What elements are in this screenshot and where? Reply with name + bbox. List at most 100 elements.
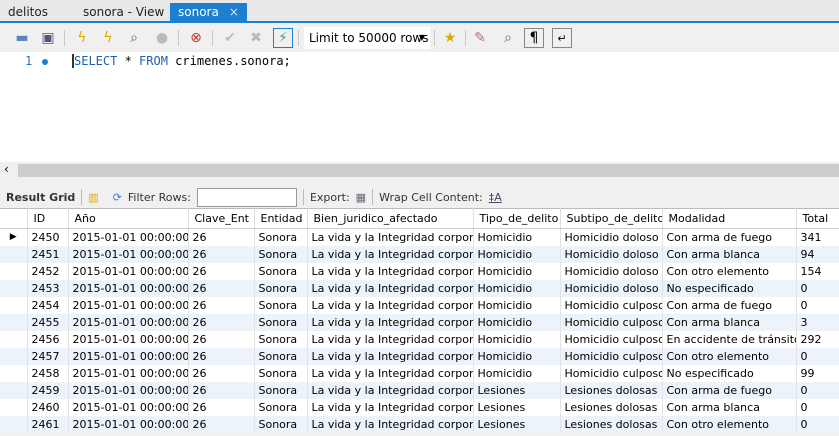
table-cell[interactable]: Homicidio culposo (560, 347, 663, 365)
table-cell[interactable]: 2461 (27, 415, 69, 433)
table-cell[interactable]: Homicidio doloso (560, 228, 663, 246)
column-header[interactable]: Bien_juridico_afectado (307, 208, 474, 229)
tab-sonora-view[interactable]: sonora - View (75, 3, 172, 23)
table-row[interactable]: 2457 2015-01-01 00:00:00 26 Sonora La vida y… (0, 347, 839, 365)
table-cell[interactable]: Sonora (254, 330, 308, 348)
table-cell[interactable]: Homicidio (473, 228, 561, 246)
table-cell[interactable]: 2015-01-01 00:00:00 (68, 347, 189, 365)
limit-rows-select[interactable]: Limit to 50000 rows ▼ (304, 27, 430, 49)
table-row[interactable]: 2454 2015-01-01 00:00:00 26 Sonora La vida y… (0, 296, 839, 314)
column-header[interactable]: Modalidad (662, 208, 797, 229)
table-cell[interactable]: 2015-01-01 00:00:00 (68, 262, 189, 280)
table-cell[interactable]: Sonora (254, 262, 308, 280)
tab-sonora[interactable]: sonora × (170, 3, 247, 23)
table-cell[interactable]: 2015-01-01 00:00:00 (68, 313, 189, 331)
table-cell[interactable]: 26 (188, 313, 255, 331)
table-cell[interactable]: 26 (188, 347, 255, 365)
table-cell[interactable]: 26 (188, 279, 255, 297)
wrap-lines-icon[interactable]: ↵ (552, 28, 572, 48)
table-cell[interactable]: 26 (188, 262, 255, 280)
commit-icon[interactable]: ✔ (220, 28, 240, 48)
execute-current-icon[interactable]: ϟ (98, 28, 118, 48)
table-cell[interactable]: 26 (188, 296, 255, 314)
table-cell[interactable]: 2015-01-01 00:00:00 (68, 415, 189, 433)
tab-delitos[interactable]: delitos (0, 3, 56, 23)
column-header[interactable]: Tipo_de_delito (473, 208, 561, 229)
table-cell[interactable]: 154 (796, 262, 839, 280)
table-cell[interactable]: 26 (188, 415, 255, 433)
table-cell[interactable]: Homicidio (473, 330, 561, 348)
table-cell[interactable]: Homicidio (473, 313, 561, 331)
table-row[interactable]: 2456 2015-01-01 00:00:00 26 Sonora La vida y… (0, 330, 839, 348)
table-cell[interactable]: 0 (796, 296, 839, 314)
table-row[interactable]: 2460 2015-01-01 00:00:00 26 Sonora La vida y… (0, 398, 839, 416)
table-cell[interactable]: Con otro elemento (662, 415, 797, 433)
scroll-left-icon[interactable]: ‹ (4, 162, 9, 176)
table-cell[interactable]: La vida y la Integridad corporal (307, 279, 474, 297)
column-header[interactable]: ID (27, 208, 69, 229)
table-cell[interactable]: Sonora (254, 313, 308, 331)
table-row[interactable]: ▶ 2450 2015-01-01 00:00:00 26 Sonora La vida … (0, 228, 839, 246)
table-cell[interactable]: 26 (188, 364, 255, 382)
table-cell[interactable]: 26 (188, 330, 255, 348)
table-cell[interactable]: Homicidio (473, 364, 561, 382)
filter-rows-input[interactable] (196, 187, 297, 207)
refresh-icon[interactable]: ⟳ (113, 191, 122, 204)
table-cell[interactable]: Homicidio culposo (560, 296, 663, 314)
column-header[interactable]: Subtipo_de_delito (560, 208, 663, 229)
table-row[interactable]: 2453 2015-01-01 00:00:00 26 Sonora La vida y… (0, 279, 839, 297)
table-cell[interactable]: Homicidio (473, 296, 561, 314)
table-cell[interactable]: Sonora (254, 245, 308, 263)
table-cell[interactable]: La vida y la Integridad corporal (307, 313, 474, 331)
table-cell[interactable]: La vida y la Integridad corporal (307, 296, 474, 314)
column-header[interactable]: Entidad (254, 208, 308, 229)
table-cell[interactable]: 2015-01-01 00:00:00 (68, 381, 189, 399)
table-cell[interactable]: Sonora (254, 415, 308, 433)
table-cell[interactable]: 2458 (27, 364, 69, 382)
table-cell[interactable]: La vida y la Integridad corporal (307, 347, 474, 365)
table-cell[interactable]: Lesiones (473, 415, 561, 433)
table-cell[interactable]: 2456 (27, 330, 69, 348)
table-cell[interactable]: 292 (796, 330, 839, 348)
table-cell[interactable]: 26 (188, 381, 255, 399)
invisible-chars-icon[interactable]: ¶ (524, 28, 544, 48)
table-row[interactable]: 2461 2015-01-01 00:00:00 26 Sonora La vida y… (0, 415, 839, 433)
table-cell[interactable]: Homicidio doloso (560, 262, 663, 280)
table-cell[interactable]: La vida y la Integridad corporal (307, 381, 474, 399)
table-cell[interactable]: Lesiones (473, 381, 561, 399)
editor-horizontal-scrollbar[interactable]: ‹ (0, 162, 839, 178)
table-row[interactable]: 2458 2015-01-01 00:00:00 26 Sonora La vida y… (0, 364, 839, 382)
table-cell[interactable]: 0 (796, 279, 839, 297)
table-cell[interactable]: 26 (188, 245, 255, 263)
stop-icon[interactable]: ● (152, 28, 172, 48)
execute-icon[interactable]: ϟ (72, 28, 92, 48)
beautify-broom-icon[interactable]: ✎ (470, 28, 490, 48)
grid-layout-icon[interactable]: ▥ (88, 191, 98, 204)
table-cell[interactable]: Sonora (254, 279, 308, 297)
table-cell[interactable]: 2459 (27, 381, 69, 399)
sql-code[interactable]: SELECT * FROM crimenes.sonora; (72, 54, 291, 68)
table-cell[interactable]: 0 (796, 347, 839, 365)
table-cell[interactable]: Sonora (254, 381, 308, 399)
close-icon[interactable]: × (229, 5, 239, 19)
sql-editor[interactable]: 1 SELECT * FROM crimenes.sonora; (0, 52, 839, 162)
table-cell[interactable]: Con otro elemento (662, 262, 797, 280)
table-cell[interactable]: 2015-01-01 00:00:00 (68, 296, 189, 314)
table-cell[interactable]: Homicidio (473, 245, 561, 263)
table-row[interactable]: 2459 2015-01-01 00:00:00 26 Sonora La vida y… (0, 381, 839, 399)
table-row[interactable]: 2451 2015-01-01 00:00:00 26 Sonora La vida y… (0, 245, 839, 263)
table-cell[interactable]: Con arma de fuego (662, 296, 797, 314)
find-icon[interactable]: ⌕ (498, 28, 518, 48)
table-row[interactable]: 2452 2015-01-01 00:00:00 26 Sonora La vida y… (0, 262, 839, 280)
rollback-icon[interactable]: ✖ (246, 28, 266, 48)
table-cell[interactable]: Sonora (254, 398, 308, 416)
open-folder-icon[interactable]: ▬ (12, 28, 32, 48)
scrollbar-thumb[interactable] (18, 164, 839, 177)
table-cell[interactable]: 2450 (27, 228, 69, 246)
table-cell[interactable]: La vida y la Integridad corporal (307, 364, 474, 382)
table-cell[interactable]: 2015-01-01 00:00:00 (68, 228, 189, 246)
table-cell[interactable]: Con arma de fuego (662, 228, 797, 246)
table-cell[interactable]: Homicidio (473, 279, 561, 297)
table-cell[interactable]: Homicidio (473, 262, 561, 280)
table-cell[interactable]: 2015-01-01 00:00:00 (68, 398, 189, 416)
